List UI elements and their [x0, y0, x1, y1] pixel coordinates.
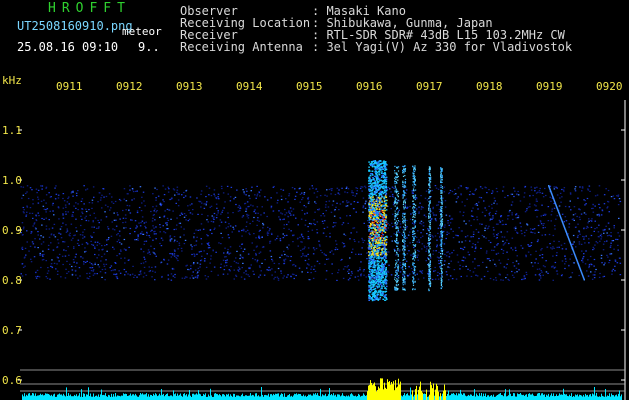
- time-tick-label: 0920: [596, 80, 623, 93]
- time-tick-label: 0916: [356, 80, 383, 93]
- freq-tick-label: 0.7: [2, 324, 22, 337]
- time-tick-label: 0911: [56, 80, 83, 93]
- info-value-antenna: : 3el Yagi(V) Az 330 for Vladivostok: [312, 40, 573, 54]
- brand-label: HROFFT: [48, 1, 131, 16]
- doppler-trace: [583, 278, 585, 281]
- freq-tick-label: 0.9: [2, 224, 22, 237]
- filename-label: UT2508160910.png: [17, 19, 133, 33]
- count-label: 9..: [138, 40, 160, 54]
- time-tick-label: 0913: [176, 80, 203, 93]
- freq-tick-label: 1.1: [2, 124, 22, 137]
- axis-unit-label: kHz: [2, 74, 22, 87]
- freq-tick-label: 0.8: [2, 274, 22, 287]
- freq-tick-label: 1.0: [2, 174, 22, 187]
- time-tick-label: 0919: [536, 80, 563, 93]
- info-key-antenna: Receiving Antenna: [180, 40, 303, 54]
- time-tick-label: 0912: [116, 80, 143, 93]
- meteor-label: meteor: [122, 25, 162, 38]
- noise-band: [20, 185, 622, 281]
- freq-tick-label: 0.6: [2, 374, 22, 387]
- time-tick-label: 0917: [416, 80, 443, 93]
- amplitude-trace: [22, 378, 622, 400]
- time-tick-label: 0918: [476, 80, 503, 93]
- spectrogram-plot: [18, 100, 626, 400]
- datetime-label: 25.08.16 09:10: [17, 40, 119, 54]
- time-tick-label: 0914: [236, 80, 263, 93]
- time-tick-label: 0915: [296, 80, 323, 93]
